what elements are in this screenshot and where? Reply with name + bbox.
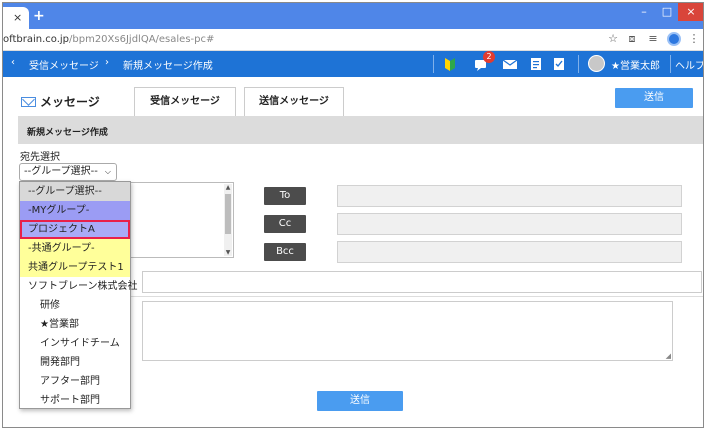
user-name[interactable]: ★営業太郎: [611, 57, 660, 72]
group-select-value: --グループ選択--: [24, 166, 98, 177]
envelope-icon: [21, 97, 36, 107]
chevron-down-icon: ⌵: [104, 167, 111, 176]
message-body-textarea[interactable]: ◢: [142, 301, 673, 361]
dropdown-option[interactable]: アフター部門: [20, 372, 130, 391]
profile-icon[interactable]: [667, 32, 681, 46]
checklist-icon[interactable]: [552, 56, 566, 72]
window-maximize-button[interactable]: □: [656, 3, 678, 21]
tab-close-icon[interactable]: ×: [13, 11, 22, 24]
new-tab-button[interactable]: +: [33, 8, 45, 24]
page-title: メッセージ: [21, 93, 100, 110]
back-arrow-icon[interactable]: ‹: [11, 57, 15, 68]
dropdown-option[interactable]: 開発部門: [20, 353, 130, 372]
subject-input[interactable]: [142, 271, 702, 293]
url-path: /bpm20Xs6JjdlQA/esales-pc#: [69, 34, 215, 45]
url-host: oftbrain.co.jp: [3, 34, 70, 45]
window-minimize-button[interactable]: –: [633, 3, 655, 21]
cc-field[interactable]: [337, 213, 682, 235]
divider: [127, 296, 703, 297]
tab-sent[interactable]: 送信メッセージ: [244, 87, 344, 116]
dropdown-option[interactable]: インサイドチーム: [20, 334, 130, 353]
browser-window: × + – □ × oftbrain.co.jp/bpm20Xs6JjdlQA/…: [2, 2, 704, 428]
browser-tab-bar: × + – □ ×: [3, 3, 703, 29]
help-link[interactable]: ヘルプ: [675, 57, 703, 72]
send-button-bottom[interactable]: 送信: [317, 391, 403, 411]
star-icon[interactable]: ☆: [606, 32, 620, 46]
dropdown-option[interactable]: サポート部門: [20, 391, 130, 410]
app-header: ‹ 受信メッセージ › 新規メッセージ作成 2 ★営業太郎 ヘルプ: [3, 51, 703, 77]
reading-list-icon[interactable]: ≡: [646, 32, 660, 46]
bcc-button[interactable]: Bcc: [264, 243, 306, 261]
address-bar: oftbrain.co.jp/bpm20Xs6JjdlQA/esales-pc#…: [3, 29, 703, 51]
mail-icon[interactable]: [502, 56, 518, 72]
dropdown-option[interactable]: -共通グループ-: [20, 239, 130, 258]
section-header: 新規メッセージ作成: [18, 116, 703, 144]
to-button[interactable]: To: [264, 187, 306, 205]
beginner-mark-icon[interactable]: [444, 56, 456, 72]
menu-icon[interactable]: ⋮: [687, 32, 701, 46]
tab-inbox[interactable]: 受信メッセージ: [134, 87, 236, 116]
notification-badge: 2: [483, 51, 495, 63]
member-listbox[interactable]: ▲ ▼: [127, 182, 234, 258]
header-divider: [433, 55, 434, 73]
breadcrumb-inbox[interactable]: 受信メッセージ: [29, 57, 99, 72]
resize-grip-icon[interactable]: ◢: [666, 352, 671, 360]
dropdown-option[interactable]: --グループ選択--: [20, 182, 130, 201]
dropdown-option-selected[interactable]: プロジェクトA: [20, 220, 130, 239]
send-button[interactable]: 送信: [615, 88, 693, 108]
cast-icon[interactable]: ⧈: [625, 32, 639, 46]
notes-icon[interactable]: [529, 56, 543, 72]
dropdown-option[interactable]: ★営業部: [20, 315, 130, 334]
breadcrumb-separator: ›: [105, 57, 109, 68]
destination-label: 宛先選択: [20, 152, 60, 163]
breadcrumb-new-message: 新規メッセージ作成: [123, 61, 213, 72]
group-dropdown-list: --グループ選択-- -MYグループ- プロジェクトA -共通グループ- 共通グ…: [19, 181, 138, 410]
browser-tab[interactable]: ×: [3, 7, 29, 29]
dropdown-option[interactable]: ソフトブレーン株式会社: [20, 277, 138, 296]
bcc-field[interactable]: [337, 241, 682, 263]
window-close-button[interactable]: ×: [678, 3, 703, 21]
section-title: 新規メッセージ作成: [27, 128, 108, 138]
dropdown-option[interactable]: 共通グループテスト1: [20, 258, 130, 277]
dropdown-option[interactable]: 研修: [20, 296, 130, 315]
scroll-down-icon[interactable]: ▼: [224, 249, 232, 256]
avatar[interactable]: [588, 55, 605, 72]
scroll-up-icon[interactable]: ▲: [224, 184, 232, 191]
scroll-thumb[interactable]: [225, 194, 231, 234]
cc-button[interactable]: Cc: [264, 215, 306, 233]
to-field[interactable]: [337, 185, 682, 207]
header-divider: [670, 55, 671, 73]
dropdown-option[interactable]: -MYグループ-: [20, 201, 130, 220]
url-field[interactable]: oftbrain.co.jp/bpm20Xs6JjdlQA/esales-pc#: [3, 34, 214, 45]
header-divider: [578, 55, 579, 73]
listbox-scrollbar[interactable]: ▲ ▼: [224, 184, 232, 256]
group-select[interactable]: --グループ選択-- ⌵: [19, 163, 117, 181]
